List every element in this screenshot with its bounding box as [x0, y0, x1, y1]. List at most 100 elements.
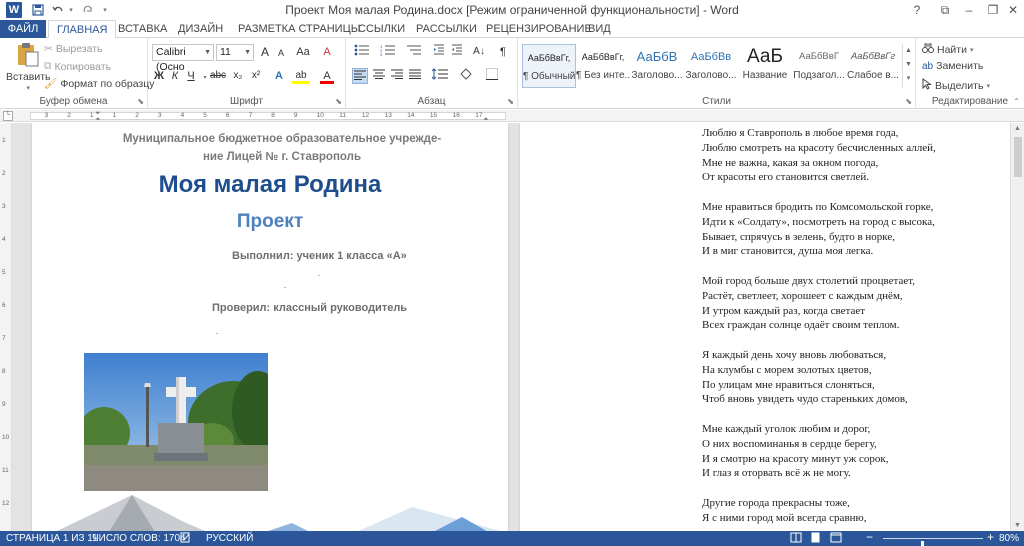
increase-indent-button[interactable] — [450, 44, 464, 60]
text-effects-button[interactable]: A — [272, 68, 286, 84]
align-center-button[interactable] — [372, 68, 386, 84]
style-subtitle[interactable]: АаБбВвГ Подзагол... — [792, 44, 846, 88]
bold-button[interactable]: Ж — [152, 68, 166, 84]
vertical-ruler[interactable]: 1 2 3 4 5 6 7 8 9 10 11 12 — [0, 123, 12, 531]
tab-layout[interactable]: РАЗМЕТКА СТРАНИЦЫ — [230, 20, 368, 38]
style-heading-2[interactable]: АаБбВв Заголово... — [684, 44, 738, 88]
page-count[interactable]: СТРАНИЦА 1 ИЗ 11 — [6, 532, 98, 545]
font-launcher-icon[interactable]: ⬊ — [335, 97, 342, 106]
tab-file[interactable]: ФАЙЛ — [0, 20, 46, 38]
minimize-button[interactable]: – — [956, 0, 982, 20]
find-dropdown-icon[interactable]: ▾ — [970, 46, 974, 54]
tab-home[interactable]: ГЛАВНАЯ — [48, 20, 117, 39]
clipboard-launcher-icon[interactable]: ⬊ — [137, 97, 144, 106]
poem-line: По улицам мне нравиться слоняться, — [702, 378, 875, 391]
ruler-track: 3 2 1 1 2 3 4 5 6 7 8 9 10 11 12 13 14 15 16 17 ⏷ ⏶ ⏶ — [30, 110, 506, 123]
font-size-dropdown-icon[interactable]: ▼ — [244, 45, 251, 60]
read-mode-icon[interactable] — [790, 532, 802, 545]
font-name-dropdown-icon[interactable]: ▼ — [204, 45, 211, 60]
numbering-button[interactable]: 123 — [378, 44, 398, 60]
line-spacing-button[interactable] — [430, 68, 450, 84]
close-button[interactable]: ✕ — [1000, 0, 1024, 20]
style-normal[interactable]: АаБбВвГг, ¶ Обычный — [522, 44, 576, 88]
style-heading-1[interactable]: АаБбВ Заголово... — [630, 44, 684, 88]
window-title: Проект Моя малая Родина.docx [Режим огра… — [285, 3, 739, 17]
font-size-combo[interactable]: 11 ▼ — [216, 44, 254, 61]
document-area[interactable]: 1 2 3 4 5 6 7 8 9 10 11 12 Муниципальное бюджетное … — [0, 123, 1010, 531]
zoom-slider[interactable] — [883, 538, 983, 546]
zoom-in-button[interactable]: + — [987, 531, 994, 544]
styles-up-icon[interactable]: ▲ — [903, 44, 914, 58]
proofing-icon[interactable] — [180, 532, 191, 545]
collapse-ribbon-icon[interactable]: ⌃ — [1013, 97, 1020, 106]
title-bar: W ▾ ▾ Проект Моя малая Родина.docx [Режи… — [0, 0, 1024, 20]
tab-mailings[interactable]: РАССЫЛКИ — [408, 20, 485, 38]
subscript-button[interactable]: x₂ — [230, 68, 246, 84]
styles-more-icon[interactable]: ▾ — [903, 72, 914, 86]
sort-button[interactable]: А↓ — [472, 44, 486, 60]
styles-launcher-icon[interactable]: ⬊ — [905, 97, 912, 106]
show-formatting-marks-button[interactable]: ¶ — [496, 44, 510, 60]
underline-button[interactable]: Ч — [184, 68, 198, 84]
vertical-ruler-number: 4 — [2, 236, 6, 243]
shading-button[interactable] — [456, 68, 476, 84]
scrollbar-thumb[interactable] — [1014, 137, 1022, 177]
format-painter-button[interactable]: 🖌 Формат по образцу — [44, 77, 155, 91]
cut-button[interactable]: ✂ Вырезать — [44, 43, 103, 55]
replace-button[interactable]: ab Заменить — [922, 60, 983, 72]
select-dropdown-icon[interactable]: ▾ — [986, 82, 990, 90]
poem-line: Я с ними город мой всегда сравню, — [702, 511, 867, 524]
styles-down-icon[interactable]: ▼ — [903, 58, 914, 72]
scroll-down-icon[interactable]: ▼ — [1014, 522, 1021, 529]
poem-line: Я каждый день хочу вновь любоваться, — [702, 349, 887, 361]
align-left-button[interactable] — [352, 68, 368, 84]
style-title[interactable]: АаБ Название — [738, 44, 792, 88]
change-case-button[interactable]: Aa — [294, 44, 312, 60]
page-1[interactable]: Муниципальное бюджетное образовательное … — [32, 123, 508, 531]
style-no-spacing[interactable]: АаБбВвГг, ¶ Без инте... — [576, 44, 630, 88]
clear-formatting-button[interactable]: A — [320, 44, 334, 60]
vertical-ruler-number: 11 — [2, 467, 9, 474]
page-2[interactable]: Люблю я Ставрополь в любое время года, Лю… — [520, 123, 1010, 531]
justify-button[interactable] — [408, 68, 422, 84]
web-layout-icon[interactable] — [830, 532, 842, 545]
italic-button[interactable]: К — [168, 68, 182, 84]
paragraph-launcher-icon[interactable]: ⬊ — [507, 97, 514, 106]
superscript-button[interactable]: x² — [248, 68, 264, 84]
vertical-ruler-number: 6 — [2, 302, 6, 309]
help-button[interactable]: ? — [904, 0, 930, 20]
horizontal-ruler[interactable]: └ 3 2 1 1 2 3 4 5 6 7 8 9 10 11 12 13 14 15 16 17 ⏷ ⏶ ⏶ — [0, 110, 1024, 123]
grow-font-button[interactable]: A — [258, 44, 272, 60]
bullets-button[interactable] — [352, 44, 372, 60]
select-button[interactable]: Выделить ▾ — [922, 78, 990, 93]
font-name-combo[interactable]: Calibri (Осно ▼ — [152, 44, 214, 73]
zoom-level[interactable]: 80% — [999, 532, 1019, 545]
find-button[interactable]: Найти ▾ — [922, 42, 973, 57]
ribbon-display-options-button[interactable]: ⧉ — [932, 0, 958, 20]
print-layout-icon[interactable] — [810, 532, 821, 545]
zoom-out-button[interactable]: − — [866, 531, 873, 544]
tab-references[interactable]: ССЫЛКИ — [350, 20, 413, 38]
zoom-slider-thumb[interactable] — [921, 541, 924, 546]
style-subtle-emphasis[interactable]: АаБбВвГг Слабое в... — [846, 44, 900, 88]
scroll-up-icon[interactable]: ▲ — [1014, 125, 1021, 132]
paste-dropdown-icon[interactable]: ▾ — [27, 84, 31, 92]
align-right-button[interactable] — [390, 68, 404, 84]
shrink-font-button[interactable]: A — [274, 45, 288, 61]
vertical-scrollbar[interactable]: ▲ ▼ — [1010, 123, 1024, 531]
style-sample: АаБбВвГг — [850, 51, 896, 62]
tab-design[interactable]: ДИЗАЙН — [170, 20, 231, 38]
highlight-button[interactable]: ab — [292, 68, 310, 84]
tab-view[interactable]: ВИД — [580, 20, 619, 38]
monument-photo[interactable] — [84, 353, 268, 491]
font-color-button[interactable]: A — [320, 68, 334, 84]
word-count[interactable]: ЧИСЛО СЛОВ: 1704 — [92, 532, 186, 545]
strikethrough-button[interactable]: abc — [208, 68, 228, 84]
decrease-indent-button[interactable] — [432, 44, 446, 60]
copy-button[interactable]: ⧉ Копировать — [44, 60, 111, 73]
tab-selector-icon[interactable]: └ — [3, 111, 13, 121]
borders-button[interactable] — [482, 68, 502, 84]
language[interactable]: РУССКИЙ — [206, 532, 253, 545]
tab-insert[interactable]: ВСТАВКА — [110, 20, 175, 38]
multilevel-list-button[interactable] — [404, 44, 424, 60]
